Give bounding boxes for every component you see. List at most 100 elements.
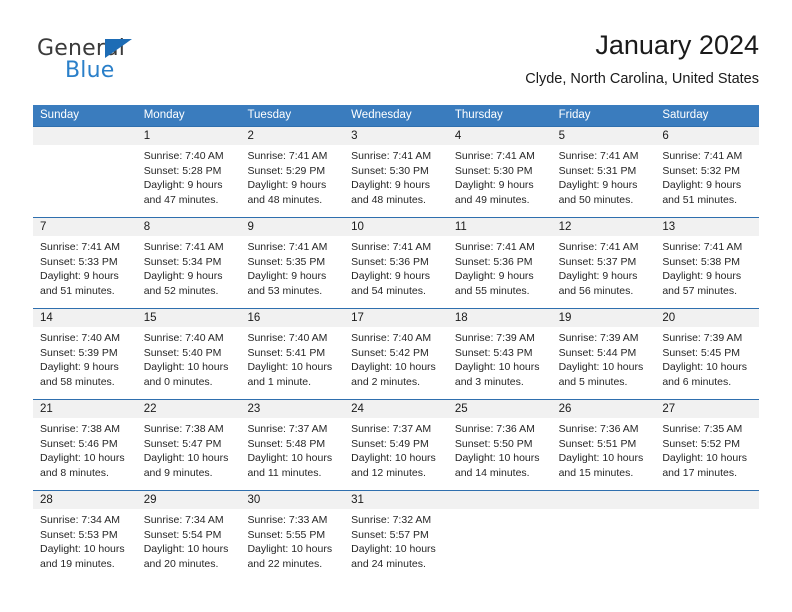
day-cell[interactable]: Sunrise: 7:41 AM Sunset: 5:34 PM Dayligh… xyxy=(137,236,241,308)
day-number[interactable] xyxy=(552,491,656,509)
day-cell[interactable] xyxy=(655,509,759,581)
day-number[interactable]: 2 xyxy=(240,127,344,145)
day-cell[interactable]: Sunrise: 7:41 AM Sunset: 5:30 PM Dayligh… xyxy=(344,145,448,217)
day-cell[interactable]: Sunrise: 7:41 AM Sunset: 5:33 PM Dayligh… xyxy=(33,236,137,308)
daylight-text-line2: and 6 minutes. xyxy=(662,375,732,388)
day-number[interactable]: 31 xyxy=(344,491,448,509)
day-number[interactable]: 21 xyxy=(33,400,137,418)
day-number[interactable]: 20 xyxy=(655,309,759,327)
day-cell[interactable]: Sunrise: 7:41 AM Sunset: 5:29 PM Dayligh… xyxy=(240,145,344,217)
day-number[interactable]: 23 xyxy=(240,400,344,418)
sunset-text: Sunset: 5:50 PM xyxy=(454,437,533,450)
day-cell[interactable] xyxy=(552,509,656,581)
sunrise-text: Sunrise: 7:39 AM xyxy=(454,332,535,344)
day-cell[interactable]: Sunrise: 7:33 AM Sunset: 5:55 PM Dayligh… xyxy=(240,509,344,581)
weekday-header-monday: Monday xyxy=(143,109,185,121)
day-number[interactable]: 4 xyxy=(448,127,552,145)
day-number[interactable]: 9 xyxy=(240,218,344,236)
day-number[interactable]: 8 xyxy=(137,218,241,236)
day-number[interactable] xyxy=(655,491,759,509)
day-number[interactable] xyxy=(448,491,552,509)
day-cell[interactable]: Sunrise: 7:39 AM Sunset: 5:44 PM Dayligh… xyxy=(552,327,656,399)
sunset-text: Sunset: 5:46 PM xyxy=(40,437,118,450)
logo-text-blue: Blue xyxy=(65,58,115,83)
day-number[interactable]: 22 xyxy=(137,400,241,418)
day-number[interactable]: 1 xyxy=(137,127,241,145)
day-cell[interactable]: Sunrise: 7:41 AM Sunset: 5:35 PM Dayligh… xyxy=(240,236,344,308)
day-number-row: 14 15 16 17 18 19 20 xyxy=(33,309,759,327)
day-cell[interactable]: Sunrise: 7:37 AM Sunset: 5:48 PM Dayligh… xyxy=(240,418,344,490)
daylight-text-line1: Daylight: 9 hours xyxy=(247,270,327,283)
sunset-text: Sunset: 5:29 PM xyxy=(247,164,326,177)
day-number[interactable]: 25 xyxy=(448,400,552,418)
sunrise-text: Sunrise: 7:40 AM xyxy=(247,332,328,344)
day-number[interactable]: 26 xyxy=(552,400,656,418)
day-cell[interactable]: Sunrise: 7:38 AM Sunset: 5:46 PM Dayligh… xyxy=(33,418,137,490)
day-number[interactable]: 10 xyxy=(344,218,448,236)
day-cell[interactable] xyxy=(33,145,137,217)
day-detail-row: Sunrise: 7:38 AM Sunset: 5:46 PM Dayligh… xyxy=(33,418,759,490)
day-number[interactable]: 28 xyxy=(33,491,137,509)
day-cell[interactable]: Sunrise: 7:39 AM Sunset: 5:45 PM Dayligh… xyxy=(655,327,759,399)
sunrise-text: Sunrise: 7:36 AM xyxy=(454,423,535,435)
daylight-text-line1: Daylight: 9 hours xyxy=(454,270,534,283)
day-number[interactable]: 17 xyxy=(344,309,448,327)
daylight-text-line2: and 54 minutes. xyxy=(351,284,426,297)
day-cell[interactable]: Sunrise: 7:41 AM Sunset: 5:30 PM Dayligh… xyxy=(448,145,552,217)
weekday-header-tuesday: Tuesday xyxy=(247,109,292,121)
day-number[interactable]: 30 xyxy=(240,491,344,509)
day-cell[interactable]: Sunrise: 7:41 AM Sunset: 5:37 PM Dayligh… xyxy=(552,236,656,308)
day-number[interactable]: 13 xyxy=(655,218,759,236)
day-number[interactable]: 19 xyxy=(552,309,656,327)
day-number[interactable]: 11 xyxy=(448,218,552,236)
day-cell[interactable]: Sunrise: 7:41 AM Sunset: 5:31 PM Dayligh… xyxy=(552,145,656,217)
day-number[interactable]: 16 xyxy=(240,309,344,327)
day-cell[interactable] xyxy=(448,509,552,581)
day-cell[interactable]: Sunrise: 7:37 AM Sunset: 5:49 PM Dayligh… xyxy=(344,418,448,490)
day-number[interactable]: 24 xyxy=(344,400,448,418)
day-cell[interactable]: Sunrise: 7:41 AM Sunset: 5:38 PM Dayligh… xyxy=(655,236,759,308)
day-number[interactable]: 27 xyxy=(655,400,759,418)
day-cell[interactable]: Sunrise: 7:40 AM Sunset: 5:40 PM Dayligh… xyxy=(137,327,241,399)
sunset-text: Sunset: 5:30 PM xyxy=(454,164,533,177)
sunrise-text: Sunrise: 7:41 AM xyxy=(351,241,432,253)
day-cell[interactable]: Sunrise: 7:40 AM Sunset: 5:41 PM Dayligh… xyxy=(240,327,344,399)
day-cell[interactable]: Sunrise: 7:41 AM Sunset: 5:36 PM Dayligh… xyxy=(344,236,448,308)
day-number[interactable]: 3 xyxy=(344,127,448,145)
day-number[interactable] xyxy=(33,127,137,145)
day-cell[interactable]: Sunrise: 7:32 AM Sunset: 5:57 PM Dayligh… xyxy=(344,509,448,581)
general-blue-logo[interactable]: General Blue xyxy=(37,36,217,92)
daylight-text-line1: Daylight: 9 hours xyxy=(662,270,742,283)
day-cell[interactable]: Sunrise: 7:36 AM Sunset: 5:50 PM Dayligh… xyxy=(448,418,552,490)
day-cell[interactable]: Sunrise: 7:34 AM Sunset: 5:54 PM Dayligh… xyxy=(137,509,241,581)
day-cell[interactable]: Sunrise: 7:39 AM Sunset: 5:43 PM Dayligh… xyxy=(448,327,552,399)
day-number[interactable]: 29 xyxy=(137,491,241,509)
day-number[interactable]: 6 xyxy=(655,127,759,145)
day-cell[interactable]: Sunrise: 7:40 AM Sunset: 5:42 PM Dayligh… xyxy=(344,327,448,399)
daylight-text-line1: Daylight: 10 hours xyxy=(143,361,229,374)
day-number[interactable]: 14 xyxy=(33,309,137,327)
day-number[interactable]: 5 xyxy=(552,127,656,145)
day-cell[interactable]: Sunrise: 7:35 AM Sunset: 5:52 PM Dayligh… xyxy=(655,418,759,490)
daylight-text-line1: Daylight: 9 hours xyxy=(351,270,430,283)
calendar-week-row: 1 2 3 4 5 6 Sunrise: 7:40 AM Sunset: 5:2… xyxy=(33,126,759,217)
day-cell[interactable]: Sunrise: 7:40 AM Sunset: 5:39 PM Dayligh… xyxy=(33,327,137,399)
day-number[interactable]: 12 xyxy=(552,218,656,236)
sunrise-text: Sunrise: 7:41 AM xyxy=(351,150,432,162)
day-number[interactable]: 18 xyxy=(448,309,552,327)
sunrise-text: Sunrise: 7:34 AM xyxy=(143,514,224,526)
sunset-text: Sunset: 5:54 PM xyxy=(143,528,222,541)
day-number-row: 28 29 30 31 xyxy=(33,491,759,509)
day-number[interactable]: 15 xyxy=(137,309,241,327)
day-cell[interactable]: Sunrise: 7:41 AM Sunset: 5:32 PM Dayligh… xyxy=(655,145,759,217)
day-cell[interactable]: Sunrise: 7:41 AM Sunset: 5:36 PM Dayligh… xyxy=(448,236,552,308)
day-cell[interactable]: Sunrise: 7:36 AM Sunset: 5:51 PM Dayligh… xyxy=(552,418,656,490)
daylight-text-line1: Daylight: 10 hours xyxy=(247,452,333,465)
daylight-text-line1: Daylight: 10 hours xyxy=(351,361,436,374)
day-number[interactable]: 7 xyxy=(33,218,137,236)
day-cell[interactable]: Sunrise: 7:38 AM Sunset: 5:47 PM Dayligh… xyxy=(137,418,241,490)
day-cell[interactable]: Sunrise: 7:34 AM Sunset: 5:53 PM Dayligh… xyxy=(33,509,137,581)
day-cell[interactable]: Sunrise: 7:40 AM Sunset: 5:28 PM Dayligh… xyxy=(137,145,241,217)
daylight-text-line2: and 48 minutes. xyxy=(351,193,426,206)
sunset-text: Sunset: 5:31 PM xyxy=(558,164,637,177)
